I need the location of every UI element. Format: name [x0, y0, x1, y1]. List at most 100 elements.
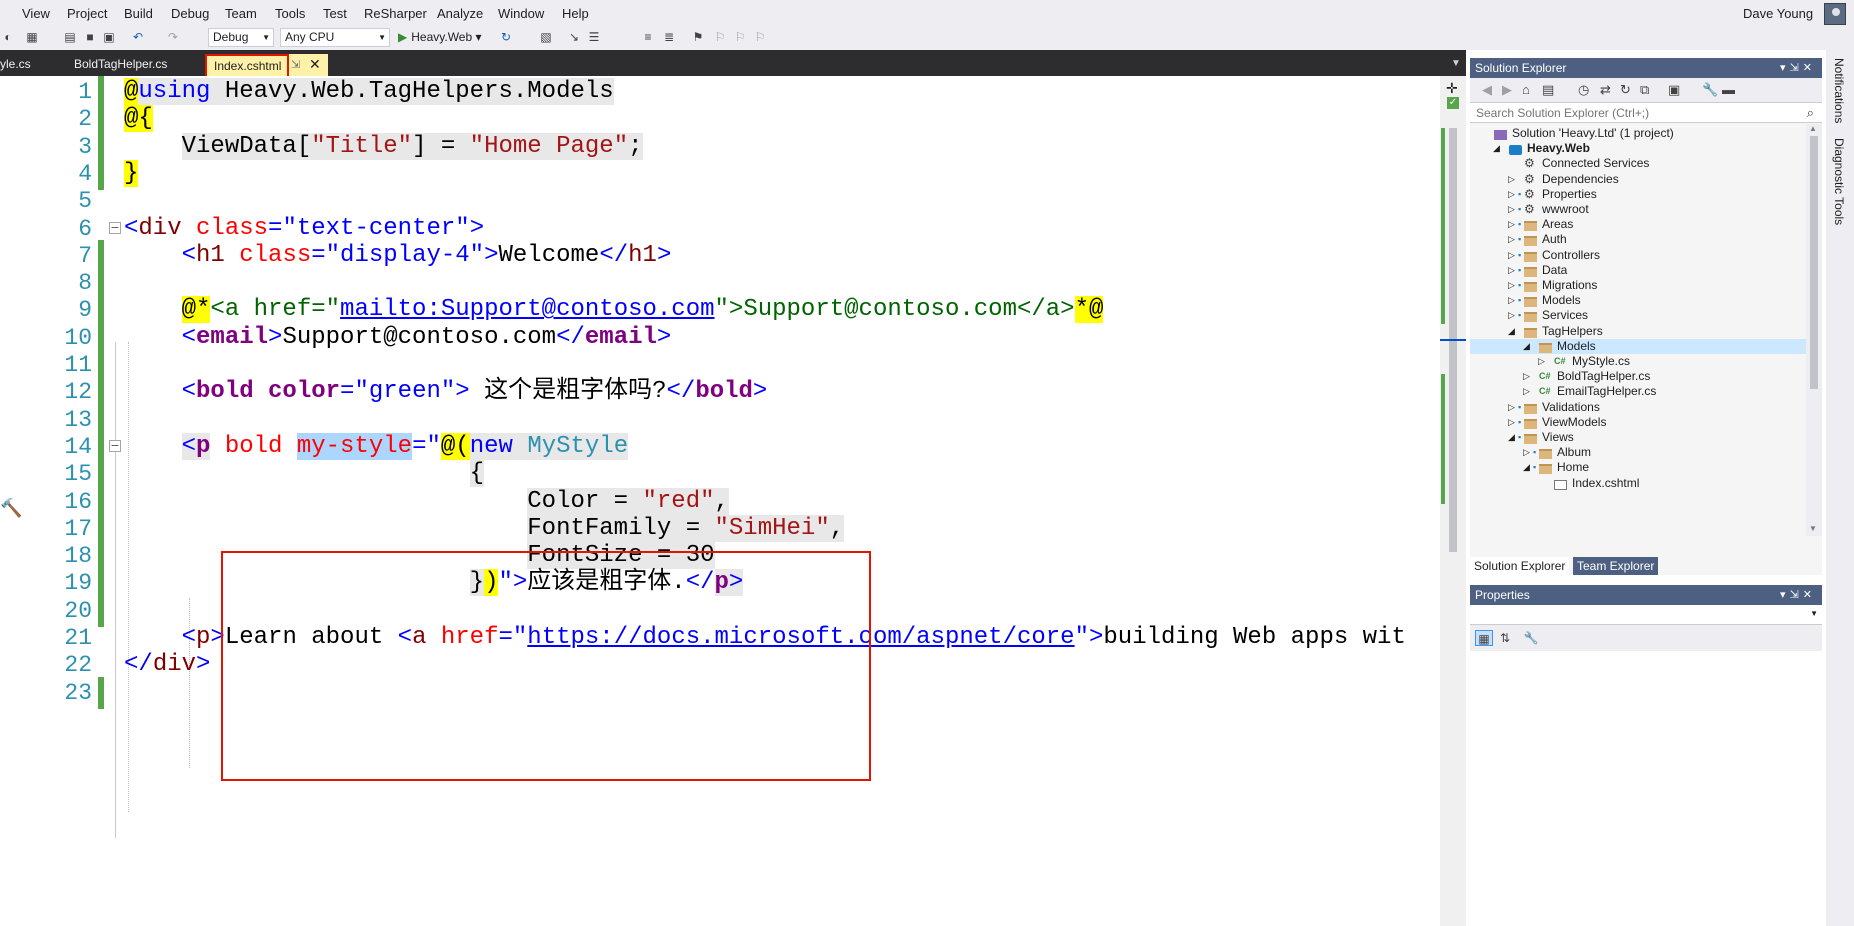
solution-configuration-select[interactable]: Debug ▼	[208, 28, 274, 47]
collapse-icon[interactable]: −	[109, 439, 121, 452]
refresh-icon[interactable]: ↻	[1620, 82, 1631, 98]
properties-wrench-icon[interactable]: 🔧	[1702, 82, 1718, 98]
expand-icon[interactable]: ▷	[1523, 445, 1530, 460]
collapse-icon[interactable]: ◢	[1493, 141, 1500, 156]
format-icon[interactable]: ☰	[586, 29, 602, 45]
tree-node[interactable]: ◢ ▪ Views	[1470, 430, 1806, 445]
editor-vertical-scrollbar[interactable]: ✛ ✓	[1440, 76, 1466, 926]
tab-style-cs[interactable]: yle.cs	[0, 57, 31, 71]
menu-project[interactable]: Project	[67, 6, 107, 21]
tree-node[interactable]: ▷ ▪ Services	[1470, 308, 1806, 323]
scrollbar-thumb[interactable]	[1810, 136, 1818, 389]
pin-icon[interactable]: ⇲	[1790, 62, 1803, 74]
solution-tree-scrollbar[interactable]: ▲ ▼	[1806, 124, 1822, 536]
collapse-icon[interactable]: −	[109, 221, 121, 234]
start-debugging-button[interactable]: ▶ Heavy.Web ▾	[398, 30, 482, 44]
tree-node[interactable]: ▷ ⚙ Dependencies	[1470, 172, 1806, 187]
uncomment-icon[interactable]: ≣	[661, 29, 677, 45]
expand-icon[interactable]: ▷	[1508, 293, 1515, 308]
tree-node[interactable]: Index.cshtml	[1470, 476, 1806, 491]
home-icon[interactable]: ⌂	[1522, 82, 1530, 97]
tree-node[interactable]: ▷ ▪ Auth	[1470, 232, 1806, 247]
tree-node[interactable]: ▷ ▪ Album	[1470, 445, 1806, 460]
tree-node[interactable]: ▷ C# BoldTagHelper.cs	[1470, 369, 1806, 384]
sync-icon[interactable]: ⇄	[1600, 82, 1611, 98]
tab-boldtaghelper-cs[interactable]: BoldTagHelper.cs	[74, 57, 167, 71]
pin-icon[interactable]: ⇲	[1790, 589, 1803, 601]
tree-node[interactable]: ▷ C# MyStyle.cs	[1470, 354, 1806, 369]
tree-node[interactable]: ▷ ▪ ViewModels	[1470, 415, 1806, 430]
comment-icon[interactable]: ≡	[640, 29, 656, 45]
menu-resharper[interactable]: ReSharper	[364, 6, 427, 21]
tab-diagnostic-tools[interactable]: Diagnostic Tools	[1832, 138, 1846, 225]
tree-node[interactable]: ▷ C# EmailTagHelper.cs	[1470, 384, 1806, 399]
tree-node[interactable]: ▷ ▪ Data	[1470, 263, 1806, 278]
property-grid[interactable]	[1470, 651, 1822, 926]
menu-view[interactable]: View	[22, 6, 50, 21]
menu-team[interactable]: Team	[225, 6, 257, 21]
code-editor[interactable]: 🔨 1 @using Heavy.Web.TagHelpers.Models 2 @{…	[0, 76, 1466, 926]
collapse-icon[interactable]: ◢	[1508, 324, 1515, 339]
solution-platform-select[interactable]: Any CPU ▼	[280, 28, 390, 47]
expand-icon[interactable]: ▷	[1508, 278, 1515, 293]
tree-node[interactable]: ▷ ▪ Migrations	[1470, 278, 1806, 293]
collapse-all-icon[interactable]: ⧉	[1640, 82, 1649, 98]
menu-tools[interactable]: Tools	[275, 6, 305, 21]
menu-build[interactable]: Build	[124, 6, 153, 21]
split-editor-icon[interactable]: ✛	[1446, 80, 1458, 97]
menu-test[interactable]: Test	[323, 6, 347, 21]
expand-icon[interactable]: ▷	[1508, 187, 1515, 202]
scroll-up-icon[interactable]: ▲	[1809, 124, 1817, 133]
forward-icon[interactable]: ▶	[1502, 82, 1512, 98]
close-icon[interactable]: ✕	[1803, 62, 1816, 74]
open-file-icon[interactable]: ▤	[62, 29, 78, 45]
menu-analyze[interactable]: Analyze	[437, 6, 483, 21]
window-position-icon[interactable]: ▾	[1780, 62, 1790, 74]
tree-node[interactable]: ◢ Heavy.Web	[1470, 141, 1806, 156]
history-icon[interactable]: ◷	[1578, 82, 1589, 98]
next-bookmark-icon[interactable]: ⚐	[732, 29, 748, 45]
expand-icon[interactable]: ▷	[1508, 308, 1515, 323]
menu-debug[interactable]: Debug	[171, 6, 209, 21]
tab-team-explorer[interactable]: Team Explorer	[1573, 557, 1659, 575]
show-all-files-icon[interactable]: ▣	[1668, 82, 1680, 98]
solution-tree[interactable]: Solution 'Heavy.Ltd' (1 project) ◢ Heavy.W…	[1470, 124, 1806, 536]
expand-icon[interactable]: ▷	[1508, 217, 1515, 232]
expand-icon[interactable]: ▷	[1508, 263, 1515, 278]
bookmark-icon[interactable]: ⚑	[690, 29, 706, 45]
step-icon[interactable]: ↘	[566, 29, 582, 45]
tree-node[interactable]: Solution 'Heavy.Ltd' (1 project)	[1470, 126, 1806, 141]
tree-node[interactable]: ▷ ▪ ⚙ Properties	[1470, 187, 1806, 202]
undo-icon[interactable]: ↶	[130, 29, 146, 45]
expand-icon[interactable]: ▷	[1523, 369, 1530, 384]
tree-node[interactable]: ◢ TagHelpers	[1470, 324, 1806, 339]
expand-icon[interactable]: ▷	[1508, 202, 1515, 217]
solution-explorer-search[interactable]: ⌕	[1470, 102, 1822, 123]
save-icon[interactable]: ■	[82, 29, 98, 45]
collapse-icon[interactable]: ◢	[1508, 430, 1515, 445]
search-icon[interactable]: ⌕	[1807, 105, 1814, 121]
user-avatar[interactable]	[1824, 3, 1846, 25]
tree-node[interactable]: ▷ ▪ Areas	[1470, 217, 1806, 232]
tree-node[interactable]: ▷ ▪ ⚙ wwwroot	[1470, 202, 1806, 217]
collapse-icon[interactable]: ◢	[1523, 460, 1530, 475]
prev-bookmark-icon[interactable]: ⚐	[712, 29, 728, 45]
pin-icon[interactable]: ⇲	[291, 58, 300, 71]
tree-node[interactable]: ◢ Models	[1470, 338, 1806, 354]
tab-notifications[interactable]: Notifications	[1832, 58, 1846, 123]
refresh-icon[interactable]: ↻	[498, 29, 514, 45]
scroll-down-icon[interactable]: ▼	[1809, 524, 1817, 533]
tree-node[interactable]: ▷ ▪ Models	[1470, 293, 1806, 308]
alphabetical-icon[interactable]: ⇅	[1496, 630, 1514, 646]
redo-icon[interactable]: ↷	[165, 29, 181, 45]
switch-views-icon[interactable]: ▤	[1542, 82, 1554, 98]
save-all-icon[interactable]: ▣	[101, 29, 117, 45]
tree-node[interactable]: ◢ ▪ Home	[1470, 460, 1806, 475]
preview-selected-icon[interactable]: ▬	[1722, 82, 1735, 97]
close-icon[interactable]: ✕	[309, 56, 321, 73]
tab-overflow-dropdown-icon[interactable]: ▼	[1451, 58, 1461, 69]
properties-object-select[interactable]: ▼	[1470, 605, 1822, 625]
solution-search-input[interactable]	[1474, 104, 1784, 121]
browser-link-icon[interactable]: ▧	[538, 29, 554, 45]
menu-window[interactable]: Window	[498, 6, 544, 21]
